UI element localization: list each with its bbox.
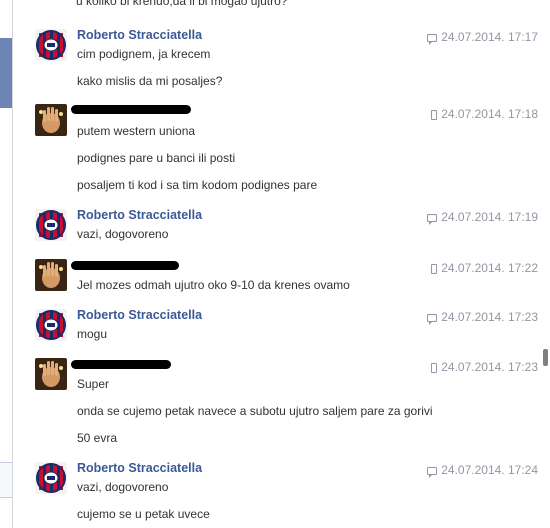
timestamp: 24.07.2014. 17:19 <box>426 210 538 225</box>
sender-name[interactable]: Roberto Stracciatella <box>77 28 202 42</box>
message-line: mogu <box>77 327 108 341</box>
timestamp-text: 24.07.2014. 17:17 <box>441 30 538 44</box>
timestamp: 24.07.2014. 17:17 <box>426 30 538 45</box>
avatar[interactable] <box>35 209 67 241</box>
sender-name[interactable]: Roberto Stracciatella <box>77 461 202 475</box>
timestamp-text: 24.07.2014. 17:24 <box>441 463 538 477</box>
left-sidebar-edge <box>0 0 13 528</box>
avatar[interactable] <box>35 259 67 291</box>
message-line: cujemo se u petak uvece <box>77 507 210 521</box>
avatar[interactable] <box>35 29 67 61</box>
chat-bubble-icon <box>427 466 438 478</box>
message-line: Super <box>77 377 110 391</box>
message-line: cim podignem, ja krecem <box>77 47 211 61</box>
timestamp: 24.07.2014. 17:23 <box>426 310 538 325</box>
club-crest-icon <box>35 209 67 241</box>
mobile-phone-icon <box>431 109 438 120</box>
message-line: 50 evra <box>77 431 118 445</box>
avatar[interactable] <box>35 104 67 136</box>
redacted-sender-name <box>71 105 191 114</box>
timestamp: 24.07.2014. 17:18 <box>426 107 538 121</box>
message-thread[interactable]: u koliko bi krenuo,da li bi mogao ujutro… <box>13 0 538 528</box>
chat-bubble-icon <box>427 313 438 325</box>
club-crest-icon <box>35 462 67 494</box>
avatar[interactable] <box>35 358 67 390</box>
hand-photo-icon <box>35 104 67 136</box>
message-line: putem western uniona <box>77 124 196 138</box>
club-crest-icon <box>35 309 67 341</box>
message-line: podignes pare u banci ili posti <box>77 151 236 165</box>
message-line: posaljem ti kod i sa tim kodom podignes … <box>77 178 318 192</box>
timestamp-text: 24.07.2014. 17:23 <box>441 310 538 324</box>
mobile-phone-icon <box>431 362 438 373</box>
message-line: vazi, dogovoreno <box>77 227 169 241</box>
message-line-partial: u koliko bi krenuo,da li bi mogao ujutro… <box>76 0 288 8</box>
sender-name[interactable]: Roberto Stracciatella <box>77 208 202 222</box>
timestamp-text: 24.07.2014. 17:19 <box>441 210 538 224</box>
scrollbar-thumb[interactable] <box>543 349 548 366</box>
avatar[interactable] <box>35 309 67 341</box>
message-line: onda se cujemo petak navece a subotu uju… <box>77 404 433 418</box>
timestamp: 24.07.2014. 17:24 <box>426 463 538 478</box>
chat-bubble-icon <box>427 33 438 45</box>
timestamp-text: 24.07.2014. 17:23 <box>441 360 538 374</box>
timestamp-text: 24.07.2014. 17:22 <box>441 261 538 275</box>
chat-bubble-icon <box>427 213 438 225</box>
redacted-sender-name <box>71 261 179 270</box>
redacted-sender-name <box>71 360 171 369</box>
hand-photo-icon <box>35 259 67 291</box>
message-line: Jel mozes odmah ujutro oko 9-10 da krene… <box>77 278 350 292</box>
mobile-phone-icon <box>431 263 438 274</box>
timestamp: 24.07.2014. 17:22 <box>426 261 538 275</box>
sender-name[interactable]: Roberto Stracciatella <box>77 308 202 322</box>
message-line: vazi, dogovoreno <box>77 480 169 494</box>
message-line: kako mislis da mi posaljes? <box>77 74 223 88</box>
timestamp: 24.07.2014. 17:23 <box>426 360 538 374</box>
hand-photo-icon <box>35 358 67 390</box>
timestamp-text: 24.07.2014. 17:18 <box>441 107 538 121</box>
avatar[interactable] <box>35 462 67 494</box>
club-crest-icon <box>35 29 67 61</box>
